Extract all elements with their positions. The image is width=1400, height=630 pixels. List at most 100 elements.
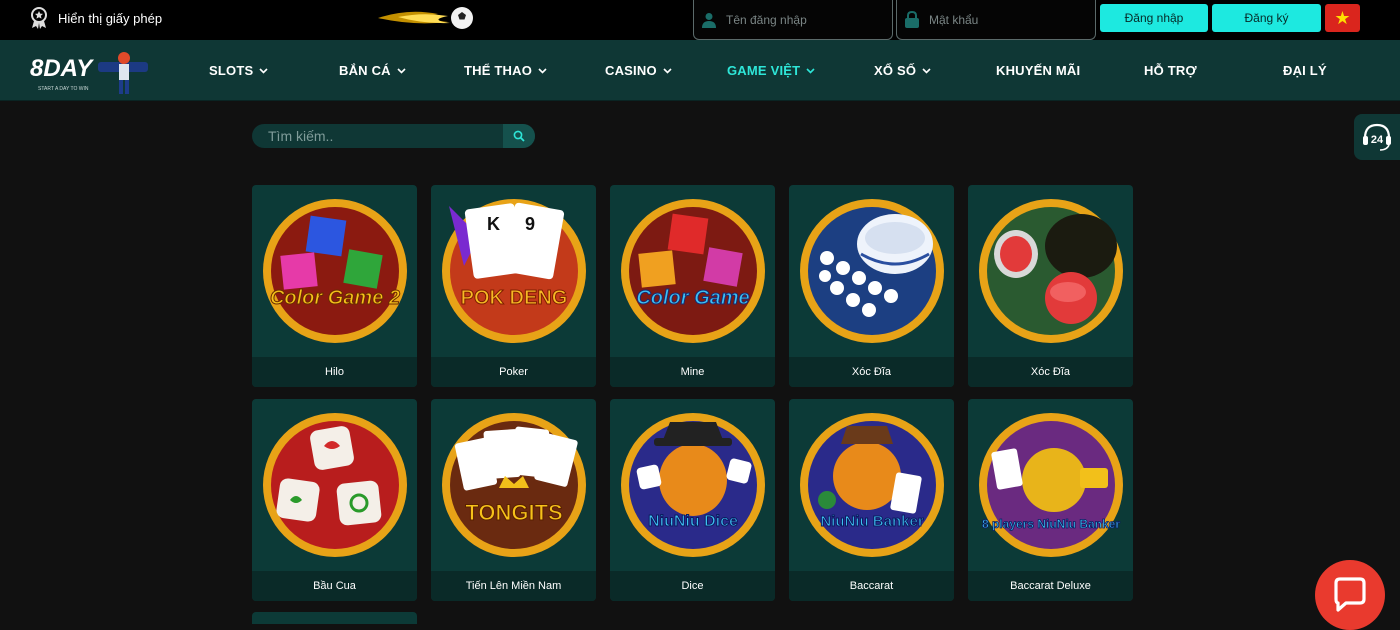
niuniu-banker-8-players-art: 8 players NiuNiu Banker — [978, 413, 1123, 557]
lock-icon — [905, 11, 919, 28]
nav-slots[interactable]: SLOTS — [209, 40, 268, 101]
chevron-down-icon — [922, 67, 931, 74]
color-game-2-art: Color Game 2 — [262, 199, 407, 343]
game-card-xoc-dia-2[interactable]: Xóc Đĩa — [968, 185, 1133, 387]
nav-support-label: HỖ TRỢ — [1144, 63, 1197, 78]
game-thumbnail[interactable]: Color Game 2 — [252, 185, 417, 357]
game-card-hilo[interactable]: Color Game 2 Hilo — [252, 185, 417, 387]
nav-casino[interactable]: CASINO — [605, 40, 672, 101]
art-title: Color Game 2 — [269, 287, 399, 309]
chevron-down-icon — [663, 67, 672, 74]
game-label: Baccarat — [789, 571, 954, 601]
search-input[interactable] — [252, 128, 502, 144]
nav-game-viet-label: GAME VIỆT — [727, 63, 801, 78]
brand-logo-text: 8DAY — [30, 55, 94, 82]
art-title: POK DENG — [460, 287, 567, 309]
xoc-dia-plate-art — [978, 199, 1123, 343]
brand-slogan: START A DAY TO WIN — [38, 86, 89, 92]
nav-sports-label: THỂ THAO — [464, 63, 533, 78]
game-label: Tiến Lên Miền Nam — [431, 571, 596, 601]
game-thumbnail[interactable] — [252, 399, 417, 571]
license-text: Hiển thị giấy phép — [58, 10, 163, 26]
art-title: Color Game — [636, 287, 749, 309]
art-title: NiuNiu Dice — [648, 513, 738, 530]
game-label: Baccarat Deluxe — [968, 571, 1133, 601]
game-thumbnail[interactable]: TONGITS — [431, 399, 596, 571]
nav-fishing[interactable]: BẮN CÁ — [339, 40, 406, 101]
art-title: 8 players NiuNiu Banker — [981, 517, 1119, 531]
game-thumbnail[interactable]: K 9 POK DENG — [431, 185, 596, 357]
chevron-down-icon — [259, 67, 268, 74]
login-button[interactable]: Đăng nhập — [1100, 4, 1208, 32]
nav-slots-label: SLOTS — [209, 63, 254, 78]
game-card-baccarat[interactable]: NiuNiu Banker Baccarat — [789, 399, 954, 601]
game-label: Xóc Đĩa — [968, 357, 1133, 387]
game-card-baccarat-deluxe[interactable]: 8 players NiuNiu Banker Baccarat Deluxe — [968, 399, 1133, 601]
chevron-down-icon — [806, 67, 815, 74]
game-label: Hilo — [252, 357, 417, 387]
game-thumbnail[interactable]: NiuNiu Banker — [789, 399, 954, 571]
game-thumbnail[interactable] — [789, 185, 954, 357]
license-link[interactable]: Hiển thị giấy phép — [28, 6, 162, 30]
nav-lottery[interactable]: XỔ SỐ — [874, 40, 931, 101]
username-input[interactable] — [726, 12, 866, 27]
brand-logo[interactable]: 8DAY START A DAY TO WIN — [28, 44, 156, 100]
nav-agent-label: ĐẠI LÝ — [1283, 63, 1327, 78]
nav-promotions[interactable]: KHUYẾN MÃI — [996, 40, 1080, 101]
search-button[interactable] — [503, 124, 535, 148]
bau-cua-dice-art — [262, 413, 407, 557]
game-thumbnail[interactable]: Color Game — [610, 185, 775, 357]
game-card-mine[interactable]: Color Game Mine — [610, 185, 775, 387]
tongits-art: TONGITS — [441, 413, 586, 557]
nav-casino-label: CASINO — [605, 63, 657, 78]
chevron-down-icon — [538, 67, 547, 74]
niuniu-banker-art: NiuNiu Banker — [799, 413, 944, 557]
niuniu-dice-art: NiuNiu Dice — [620, 413, 765, 557]
username-field[interactable] — [693, 0, 893, 40]
password-field[interactable] — [896, 0, 1096, 40]
art-title: NiuNiu Banker — [820, 513, 924, 530]
search-bar[interactable] — [252, 124, 535, 148]
game-label: Dice — [610, 571, 775, 601]
game-card-tien-len[interactable]: TONGITS Tiến Lên Miền Nam — [431, 399, 596, 601]
password-input[interactable] — [929, 12, 1069, 27]
search-icon — [513, 130, 525, 142]
nav-promotions-label: KHUYẾN MÃI — [996, 63, 1081, 78]
game-card-poker[interactable]: K 9 POK DENG Poker — [431, 185, 596, 387]
game-card-bau-cua[interactable]: Bầu Cua — [252, 399, 417, 601]
live-chat-button[interactable] — [1315, 560, 1385, 630]
nav-support[interactable]: HỖ TRỢ — [1144, 40, 1197, 101]
nav-lottery-label: XỔ SỐ — [874, 63, 917, 78]
color-game-art: Color Game — [620, 199, 765, 343]
game-label: Poker — [431, 357, 596, 387]
game-thumbnail[interactable] — [968, 185, 1133, 357]
top-bar: Hiển thị giấy phép Đăng nhập Đăng ký ★ — [0, 0, 1400, 40]
support-24-button[interactable]: 24 — [1354, 114, 1400, 160]
vietnam-flag-icon[interactable]: ★ — [1325, 4, 1360, 32]
chat-bubble-icon — [1334, 577, 1366, 612]
game-label: Xóc Đĩa — [789, 357, 954, 387]
game-card-xoc-dia[interactable]: Xóc Đĩa — [789, 185, 954, 387]
medal-icon — [31, 7, 47, 29]
svg-text:K: K — [487, 214, 500, 234]
game-thumbnail[interactable]: NiuNiu Dice — [610, 399, 775, 571]
nav-agent[interactable]: ĐẠI LÝ — [1283, 40, 1327, 101]
game-card-dice[interactable]: NiuNiu Dice Dice — [610, 399, 775, 601]
game-thumbnail[interactable]: 8 players NiuNiu Banker — [968, 399, 1133, 571]
svg-text:9: 9 — [525, 214, 535, 234]
register-button[interactable]: Đăng ký — [1212, 4, 1321, 32]
game-card-partial[interactable] — [252, 612, 417, 624]
chevron-down-icon — [397, 67, 406, 74]
pok-deng-art: K 9 POK DENG — [441, 199, 586, 343]
game-label: Bầu Cua — [252, 571, 417, 601]
fire-ball-logo — [378, 7, 473, 29]
xoc-dia-bowl-art — [799, 199, 944, 343]
nav-game-viet[interactable]: GAME VIỆT — [727, 40, 815, 101]
art-title: TONGITS — [465, 500, 562, 525]
main-nav: 8DAY START A DAY TO WIN SLOTS BẮN CÁ THỂ… — [0, 40, 1400, 101]
support-badge: 24 — [1371, 134, 1384, 146]
headset-24-icon: 24 — [1363, 123, 1391, 151]
user-icon — [702, 12, 716, 28]
nav-sports[interactable]: THỂ THAO — [464, 40, 547, 101]
nav-fishing-label: BẮN CÁ — [339, 63, 391, 78]
